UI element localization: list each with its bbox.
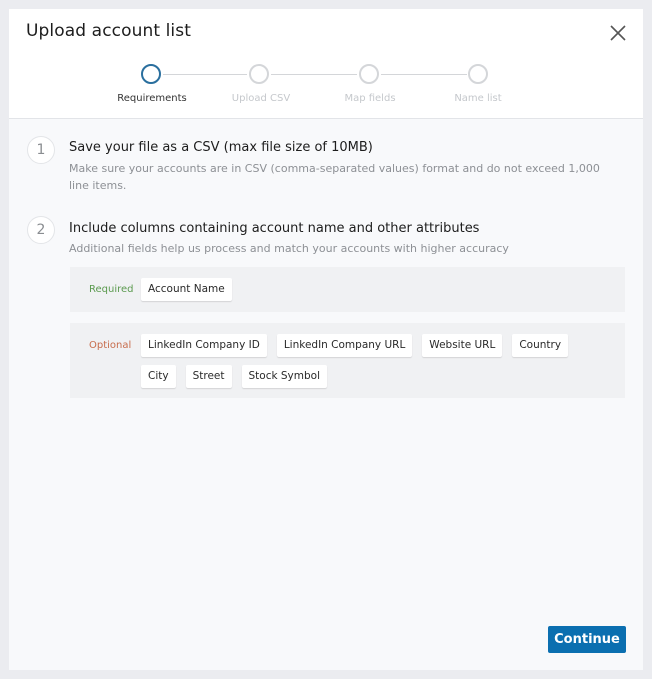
field-chip-account-name[interactable]: Account Name [141, 278, 232, 301]
optional-chips: LinkedIn Company ID LinkedIn Company URL… [141, 334, 611, 388]
field-chip-linkedin-company-url[interactable]: LinkedIn Company URL [276, 334, 413, 357]
section-title: Include columns containing account name … [69, 221, 480, 236]
progress-stepper: Requirements Upload CSV Map fields Name … [9, 9, 643, 118]
step-label-requirements: Requirements [117, 93, 187, 104]
step-label-upload-csv: Upload CSV [231, 93, 291, 104]
step-3-indicator [359, 64, 379, 84]
dialog-header: Upload account list Requirements Upload … [9, 9, 643, 119]
step-connector [163, 74, 247, 75]
upload-account-list-dialog: Upload account list Requirements Upload … [9, 9, 643, 670]
field-chip-street[interactable]: Street [185, 365, 232, 388]
field-chip-website-url[interactable]: Website URL [422, 334, 503, 357]
section-description: Make sure your accounts are in CSV (comm… [69, 162, 600, 192]
field-chip-city[interactable]: City [141, 365, 176, 388]
field-chip-country[interactable]: Country [512, 334, 569, 357]
step-connector [271, 74, 357, 75]
required-chips: Account Name [141, 278, 611, 301]
step-number-badge: 1 [27, 136, 55, 164]
step-label-map-fields: Map fields [344, 93, 396, 104]
optional-label: Optional [89, 340, 132, 351]
required-fields-panel: Required Account Name [70, 267, 625, 312]
step-number-badge: 2 [27, 216, 55, 244]
step-2-indicator [249, 64, 269, 84]
required-label: Required [89, 284, 134, 295]
field-chip-stock-symbol[interactable]: Stock Symbol [241, 365, 328, 388]
step-1-indicator [141, 64, 161, 84]
field-chip-linkedin-company-id[interactable]: LinkedIn Company ID [141, 334, 267, 357]
continue-button[interactable]: Continue [548, 626, 626, 653]
section-title: Save your file as a CSV (max file size o… [69, 140, 373, 155]
step-label-name-list: Name list [454, 93, 502, 104]
step-connector [381, 74, 467, 75]
step-4-indicator [468, 64, 488, 84]
section-description: Additional fields help us process and ma… [69, 242, 509, 255]
optional-fields-panel: Optional LinkedIn Company ID LinkedIn Co… [70, 323, 625, 398]
